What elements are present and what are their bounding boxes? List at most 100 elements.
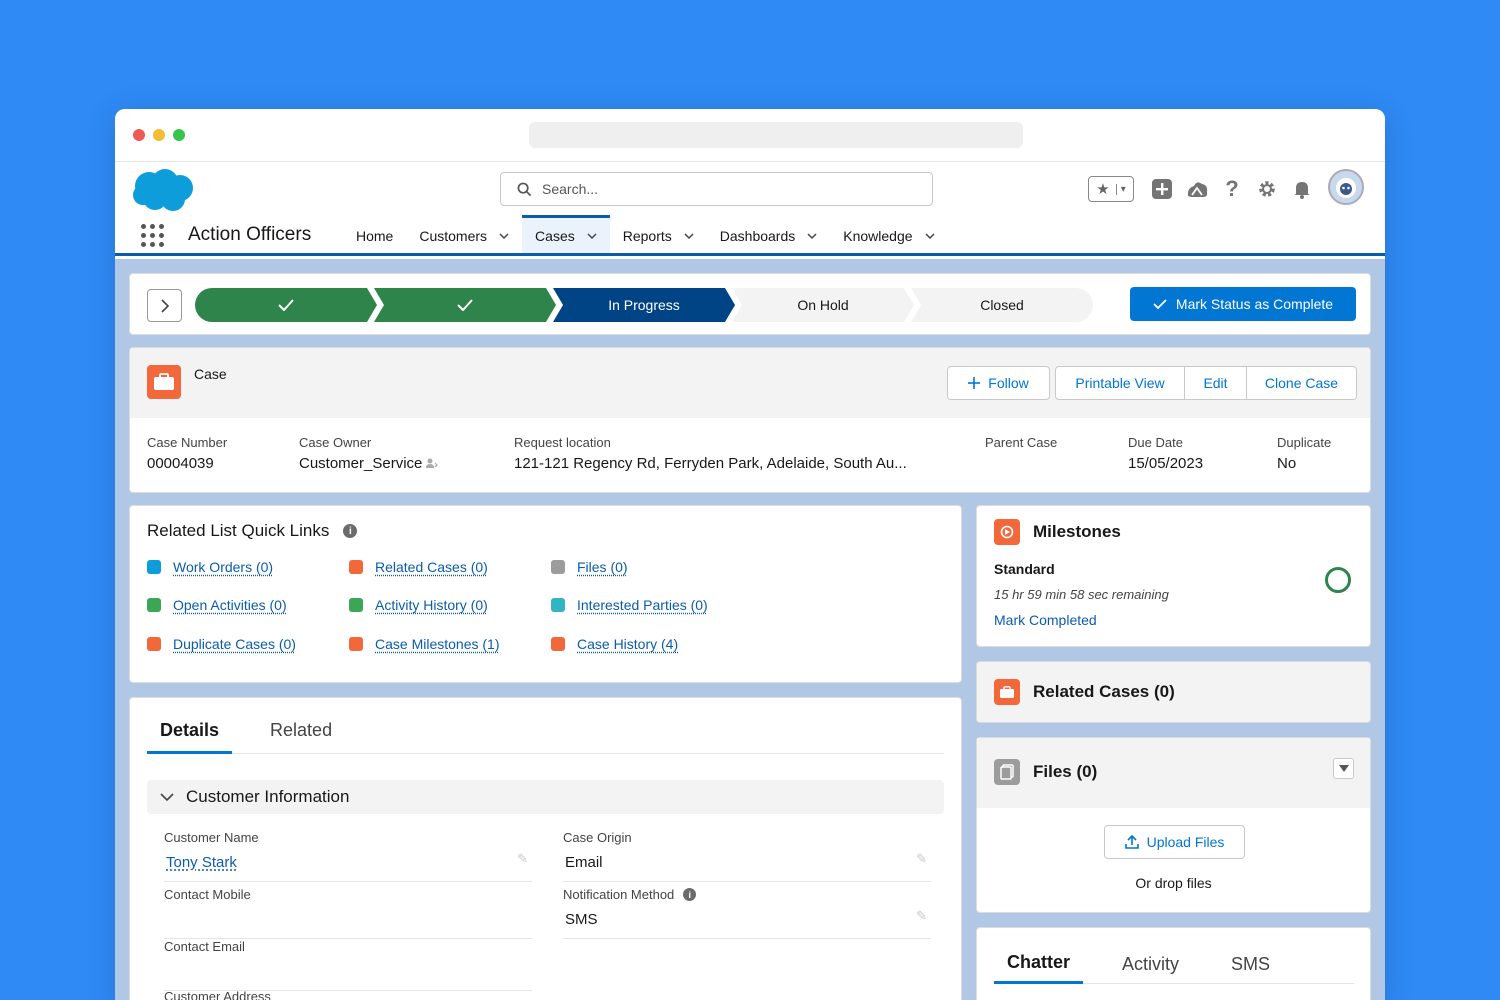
tab-chatter[interactable]: Chatter [994, 944, 1083, 984]
mark-status-complete-button[interactable]: Mark Status as Complete [1130, 287, 1356, 321]
section-customer-information[interactable]: Customer Information [147, 780, 944, 814]
tab-related[interactable]: Related [257, 720, 345, 754]
case-action-buttons: Follow Printable View Edit Clone Case [947, 366, 1357, 400]
close-window-button[interactable] [133, 129, 145, 141]
case-icon [349, 560, 363, 574]
chevron-down-icon[interactable] [499, 231, 509, 241]
edit-pencil-icon[interactable]: ✎ [916, 851, 927, 867]
global-actions-plus-icon[interactable] [1150, 177, 1174, 201]
nav-item-reports[interactable]: Reports [610, 215, 707, 253]
nav-item-customers[interactable]: Customers [406, 215, 522, 253]
quick-link-work-orders[interactable]: Work Orders (0) [147, 559, 273, 575]
notifications-bell-icon[interactable] [1290, 177, 1314, 201]
path-stage-on-hold[interactable]: On Hold [732, 288, 914, 322]
upload-files-label: Upload Files [1147, 834, 1225, 850]
quick-link-files[interactable]: Files (0) [551, 559, 628, 575]
quick-link-duplicate-cases[interactable]: Duplicate Cases (0) [147, 636, 296, 652]
case-object-label: Case [194, 366, 227, 382]
case-owner-link[interactable]: Customer_Service [299, 455, 422, 472]
files-menu-dropdown[interactable] [1333, 758, 1354, 779]
field-value: No [1277, 455, 1331, 472]
milestones-title: Milestones [1033, 522, 1121, 542]
field-duplicate: Duplicate No [1277, 435, 1331, 472]
change-owner-icon[interactable] [425, 457, 438, 470]
details-panel: Details Related Customer Information Cus… [129, 697, 962, 1000]
edit-pencil-icon[interactable]: ✎ [916, 908, 927, 924]
path-stage-closed[interactable]: Closed [911, 288, 1093, 322]
milestone-icon [349, 637, 363, 651]
field-customer-name: Customer Name Tony Stark ✎ [164, 830, 532, 882]
files-title[interactable]: Files (0) [1033, 762, 1097, 782]
details-tabs: Details Related [147, 720, 944, 754]
printable-view-button[interactable]: Printable View [1055, 366, 1185, 400]
drop-files-zone[interactable]: Or drop files [977, 875, 1370, 891]
nav-item-home[interactable]: Home [343, 215, 406, 253]
field-value: Email [565, 854, 931, 871]
chevron-down-icon[interactable] [807, 231, 817, 241]
gear-icon[interactable] [1255, 177, 1279, 201]
favorites-star-icon[interactable]: ★ ▾ [1088, 176, 1134, 202]
nav-item-label: Cases [535, 228, 575, 244]
quick-link-case-milestones[interactable]: Case Milestones (1) [349, 636, 500, 652]
user-avatar[interactable] [1328, 169, 1364, 205]
minimize-window-button[interactable] [153, 129, 165, 141]
field-value: SMS [565, 911, 931, 928]
tab-details[interactable]: Details [147, 720, 232, 754]
quick-link-open-activities[interactable]: Open Activities (0) [147, 597, 287, 613]
clone-case-button[interactable]: Clone Case [1247, 366, 1357, 400]
case-briefcase-icon [994, 679, 1020, 705]
path-stage-complete-1[interactable] [195, 288, 377, 322]
nav-item-label: Knowledge [843, 228, 912, 244]
search-placeholder: Search... [542, 181, 598, 197]
trailhead-icon[interactable] [1185, 177, 1209, 201]
tab-sms[interactable]: SMS [1218, 944, 1283, 984]
path-toggle-button[interactable] [147, 289, 182, 322]
upload-files-button[interactable]: Upload Files [1104, 825, 1245, 859]
field-contact-email: Contact Email [164, 939, 532, 991]
salesforce-logo-icon[interactable] [131, 168, 195, 212]
record-page-content: In Progress On Hold Closed Mark Status a… [115, 259, 1385, 1000]
field-label: Customer Name [164, 830, 532, 845]
edit-label: Edit [1203, 375, 1227, 391]
mark-completed-link[interactable]: Mark Completed [994, 612, 1097, 628]
chevron-down-icon[interactable] [925, 231, 935, 241]
field-request-location: Request location 121-121 Regency Rd, Fer… [514, 435, 907, 472]
quick-link-interested-parties[interactable]: Interested Parties (0) [551, 597, 708, 613]
related-cases-title[interactable]: Related Cases (0) [1033, 682, 1175, 702]
path-stage-in-progress[interactable]: In Progress [553, 288, 735, 322]
case-icon [551, 637, 565, 651]
quick-link-case-history[interactable]: Case History (4) [551, 636, 678, 652]
chatter-panel: Chatter Activity SMS [976, 927, 1371, 1000]
address-bar[interactable] [529, 122, 1023, 148]
chevron-down-icon[interactable] [587, 231, 597, 241]
edit-button[interactable]: Edit [1185, 366, 1247, 400]
follow-label: Follow [988, 375, 1028, 391]
follow-button[interactable]: Follow [947, 366, 1050, 400]
nav-item-cases[interactable]: Cases [522, 215, 610, 253]
chevron-down-icon[interactable] [684, 231, 694, 241]
file-icon [551, 560, 565, 574]
check-icon [1153, 299, 1167, 310]
field-label: Case Origin [563, 830, 931, 845]
quick-link-activity-history[interactable]: Activity History (0) [349, 597, 488, 613]
quick-link-related-cases[interactable]: Related Cases (0) [349, 559, 488, 575]
help-icon[interactable]: ? [1220, 177, 1244, 201]
tab-activity[interactable]: Activity [1109, 944, 1192, 984]
field-label: Duplicate [1277, 435, 1331, 450]
milestone-time-remaining: 15 hr 59 min 58 sec remaining [994, 587, 1169, 602]
info-icon[interactable]: i [683, 888, 696, 901]
milestone-icon [994, 519, 1020, 545]
nav-item-knowledge[interactable]: Knowledge [830, 215, 947, 253]
info-icon[interactable]: i [343, 524, 357, 538]
maximize-window-button[interactable] [173, 129, 185, 141]
customer-name-link[interactable]: Tony Stark [166, 854, 532, 871]
field-customer-address: Customer Address [164, 989, 532, 1000]
quick-link-label: Open Activities (0) [173, 597, 287, 613]
path-stage-complete-2[interactable] [374, 288, 556, 322]
nav-item-dashboards[interactable]: Dashboards [707, 215, 831, 253]
chevron-down-icon [160, 792, 174, 802]
edit-pencil-icon[interactable]: ✎ [517, 851, 528, 867]
global-search-input[interactable]: Search... [500, 172, 933, 206]
app-launcher-icon[interactable] [141, 224, 165, 248]
nav-item-label: Home [356, 228, 393, 244]
